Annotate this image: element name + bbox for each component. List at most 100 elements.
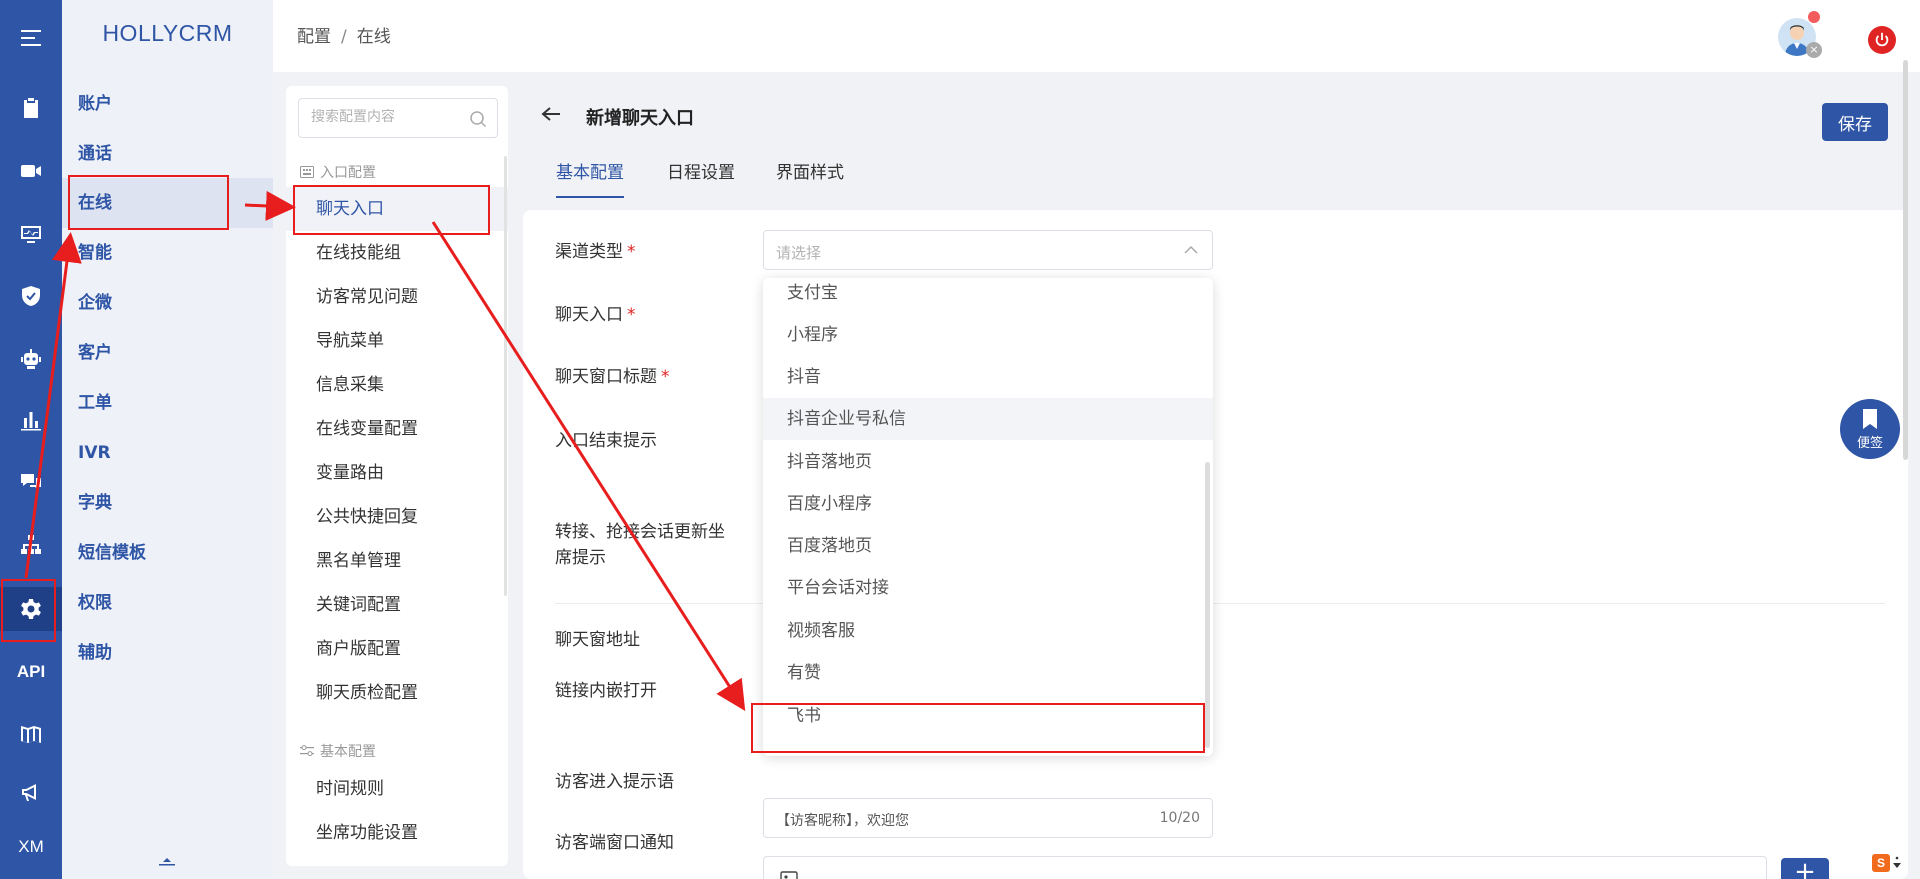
tab-schedule[interactable]: 日程设置 <box>667 158 735 198</box>
menu-item-assist[interactable]: 辅助 <box>62 628 273 678</box>
search-icon[interactable] <box>469 110 487 128</box>
breadcrumb: 配置 / 在线 <box>297 22 391 47</box>
sub-item-faq[interactable]: 访客常见问题 <box>286 275 508 319</box>
option-douyin-landing[interactable]: 抖音落地页 <box>763 441 1213 483</box>
menu-item-account[interactable]: 账户 <box>62 79 273 129</box>
sub-item-keywords[interactable]: 关键词配置 <box>286 583 508 627</box>
label-chat-entry: 聊天入口 * <box>555 300 636 325</box>
channel-type-dropdown: 支付宝 小程序 抖音 抖音企业号私信 抖音落地页 百度小程序 百度落地页 平台会… <box>763 278 1213 756</box>
add-button[interactable]: + <box>1781 858 1829 879</box>
search-box[interactable] <box>298 98 498 138</box>
subpanel-scrollbar[interactable] <box>504 156 507 596</box>
book-icon[interactable] <box>0 712 62 756</box>
clipboard-icon[interactable] <box>0 86 62 130</box>
icon-rail: API XM <box>0 0 62 879</box>
label-window-notice: 访客端窗口通知 <box>555 833 674 853</box>
robot-icon[interactable] <box>0 337 62 381</box>
option-mini-program[interactable]: 小程序 <box>763 314 1213 356</box>
option-video-service[interactable]: 视频客服 <box>763 610 1213 652</box>
dropdown-scrollbar[interactable] <box>1205 462 1210 748</box>
option-douyin-enterprise-dm[interactable]: 抖音企业号私信 <box>763 398 1213 440</box>
monitor-icon[interactable] <box>0 212 62 256</box>
channel-type-select[interactable]: 请选择 <box>763 230 1213 270</box>
back-arrow-icon[interactable] <box>540 105 562 123</box>
welcome-tip-value: 【访客昵称】，欢迎您 <box>776 813 909 829</box>
main-content: 新增聊天入口 保存 基本配置 日程设置 界面样式 渠道类型 * 聊天入口 * 聊天窗… <box>508 72 1920 879</box>
sub-item-quality-check[interactable]: 聊天质检配置 <box>286 671 508 715</box>
menu-item-call[interactable]: 通话 <box>62 129 273 179</box>
ime-toggle-icon <box>1893 856 1901 868</box>
sub-item-time-rules[interactable]: 时间规则 <box>286 767 508 811</box>
option-alipay[interactable]: 支付宝 <box>763 278 1213 314</box>
notification-dot <box>1808 11 1820 23</box>
megaphone-icon[interactable] <box>0 770 62 814</box>
org-chart-icon[interactable] <box>0 523 62 567</box>
sub-item-quick-reply[interactable]: 公共快捷回复 <box>286 495 508 539</box>
tab-style[interactable]: 界面样式 <box>776 158 844 198</box>
page-scrollbar[interactable] <box>1903 60 1908 460</box>
sub-item-agent-settings[interactable]: 坐席功能设置 <box>286 811 508 855</box>
welcome-tip-count: 10/20 <box>1159 810 1200 826</box>
collapse-icon[interactable] <box>157 855 177 867</box>
save-button[interactable]: 保存 <box>1822 103 1888 141</box>
api-icon[interactable]: API <box>0 650 62 694</box>
tab-basic[interactable]: 基本配置 <box>556 158 624 198</box>
xm-icon[interactable]: XM <box>0 825 62 869</box>
page-title: 新增聊天入口 <box>586 108 694 129</box>
menu-item-ivr[interactable]: IVR <box>62 428 273 478</box>
window-notice-editor[interactable] <box>763 856 1767 879</box>
welcome-tip-input[interactable]: 【访客昵称】，欢迎您 10/20 <box>763 798 1213 838</box>
group-title-basic: 基本配置 <box>300 741 376 761</box>
required-mark: * <box>627 305 636 325</box>
channel-type-placeholder: 请选择 <box>776 244 822 262</box>
label-window-title: 聊天窗口标题 * <box>555 362 670 387</box>
sub-item-nav-menu[interactable]: 导航菜单 <box>286 319 508 363</box>
label-chat-entry-text: 聊天入口 <box>555 305 623 325</box>
option-douyin[interactable]: 抖音 <box>763 356 1213 398</box>
sub-item-info-collect[interactable]: 信息采集 <box>286 363 508 407</box>
logo: HOLLYCRM <box>102 20 233 46</box>
image-icon[interactable] <box>780 871 798 879</box>
annotation-box-settings <box>1 579 56 642</box>
breadcrumb-separator: / <box>341 27 347 47</box>
label-channel-type-text: 渠道类型 <box>555 242 623 262</box>
sub-item-variables[interactable]: 在线变量配置 <box>286 407 508 451</box>
main-menu: HOLLYCRM 账户 通话 在线 智能 企微 客户 工单 IVR 字典 短信模… <box>62 0 273 879</box>
ime-indicator[interactable]: S <box>1872 852 1914 874</box>
video-icon[interactable] <box>0 149 62 193</box>
label-embed-open: 链接内嵌打开 <box>555 681 657 701</box>
option-baidu-mini[interactable]: 百度小程序 <box>763 483 1213 525</box>
bar-chart-icon[interactable] <box>0 398 62 442</box>
annotation-box-online <box>68 175 229 230</box>
menu-item-customer[interactable]: 客户 <box>62 328 273 378</box>
sticky-note-button[interactable]: 便签 <box>1840 399 1900 459</box>
sub-item-skill-group[interactable]: 在线技能组 <box>286 231 508 275</box>
menu-item-ai[interactable]: 智能 <box>62 228 273 278</box>
required-mark: * <box>661 367 670 387</box>
label-window-title-text: 聊天窗口标题 <box>555 367 657 387</box>
sub-item-blacklist[interactable]: 黑名单管理 <box>286 539 508 583</box>
sub-item-variable-routing[interactable]: 变量路由 <box>286 451 508 495</box>
menu-item-dictionary[interactable]: 字典 <box>62 478 273 528</box>
menu-item-sms-template[interactable]: 短信模板 <box>62 528 273 578</box>
menu-item-permission[interactable]: 权限 <box>62 578 273 628</box>
bookmark-icon <box>1863 409 1877 429</box>
power-icon[interactable] <box>1868 26 1896 54</box>
search-input[interactable] <box>311 109 461 125</box>
option-platform-session[interactable]: 平台会话对接 <box>763 567 1213 609</box>
group-title-entry-label: 入口配置 <box>320 165 376 181</box>
sub-item-merchant[interactable]: 商户版配置 <box>286 627 508 671</box>
keyboard-icon <box>300 166 314 178</box>
shield-icon[interactable] <box>0 274 62 318</box>
status-badge-icon: × <box>1806 42 1822 58</box>
label-window-url: 聊天窗地址 <box>555 630 640 650</box>
menu-icon[interactable] <box>0 16 62 60</box>
menu-item-ticket[interactable]: 工单 <box>62 378 273 428</box>
sliders-icon <box>300 745 314 757</box>
menu-item-wecom[interactable]: 企微 <box>62 278 273 328</box>
option-youzan[interactable]: 有赞 <box>763 652 1213 694</box>
annotation-box-chat-entry <box>293 185 490 235</box>
option-baidu-landing[interactable]: 百度落地页 <box>763 525 1213 567</box>
breadcrumb-config[interactable]: 配置 <box>297 27 331 47</box>
chat-icon[interactable] <box>0 460 62 504</box>
